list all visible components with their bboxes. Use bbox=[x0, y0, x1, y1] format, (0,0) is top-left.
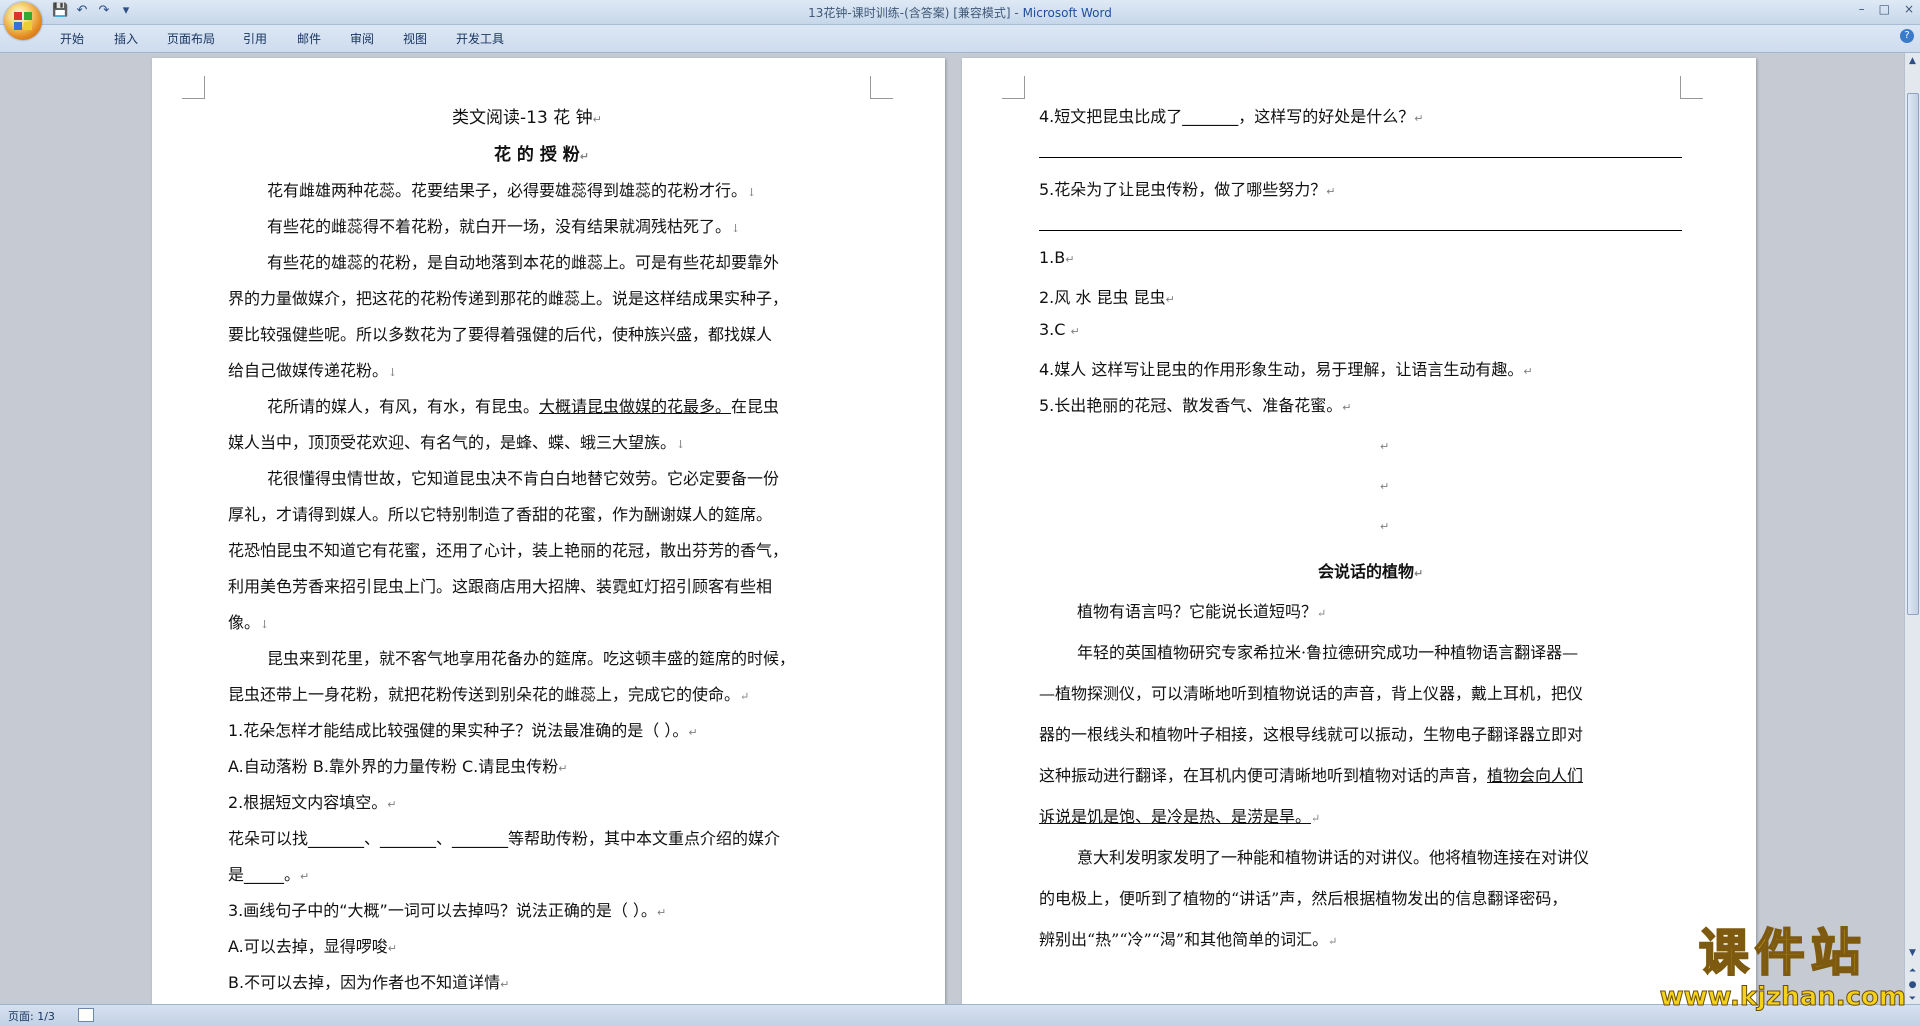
body-line: 有些花的雄蕊的花粉，是自动地落到本花的雌蕊上。可是有些花却要靠外 bbox=[267, 253, 780, 272]
body-line: 有些花的雌蕊得不着花粉，就白开一场，没有结果就凋残枯死了。↓ bbox=[267, 217, 741, 236]
underlined-sentence: 大概请昆虫做媒的花最多。 bbox=[539, 397, 732, 416]
body-line: 界的力量做媒介，把这花的花粉传递到那花的雌蕊上。说是这样结成果实种子， bbox=[228, 289, 789, 308]
title-bar: 💾 ↶ ↷ ▾ 13花钟-课时训练-(含答案) [兼容模式] - Microso… bbox=[0, 0, 1920, 25]
maximize-button[interactable]: □ bbox=[1879, 2, 1890, 16]
question-3: 3.画线句子中的“大概”一词可以去掉吗？说法正确的是（ ）。↵ bbox=[228, 901, 667, 920]
ribbon-tabs: 开始 插入 页面布局 引用 邮件 审阅 视图 开发工具 ? bbox=[0, 25, 1920, 53]
page-indicator[interactable]: 页面: 1/3 bbox=[8, 1008, 55, 1024]
margin-corner-mark bbox=[182, 76, 205, 99]
window-title: 13花钟-课时训练-(含答案) [兼容模式] - Microsoft Word bbox=[0, 4, 1920, 21]
answer-1: 1.B↵ bbox=[1039, 248, 1075, 267]
article-line: 年轻的英国植物研究专家希拉米·鲁拉德研究成功一种植物语言翻译器— bbox=[1077, 643, 1579, 662]
question-4: 4.短文把昆虫比成了_______，这样写的好处是什么？↵ bbox=[1039, 107, 1424, 126]
body-line: 要比较强健些呢。所以多数花为了要得着强健的后代，使种族兴盛，都找媒人 bbox=[228, 325, 773, 344]
question-2-blank: 花朵可以找_______、_______、_______等帮助传粉，其中本文重点… bbox=[228, 829, 781, 848]
office-button[interactable] bbox=[4, 2, 42, 40]
tab-references[interactable]: 引用 bbox=[243, 30, 267, 47]
minimize-button[interactable]: – bbox=[1859, 2, 1865, 16]
empty-paragraph-mark: ↵ bbox=[1380, 480, 1390, 493]
page-right[interactable]: 4.短文把昆虫比成了_______，这样写的好处是什么？↵ 5.花朵为了让昆虫传… bbox=[962, 58, 1756, 1009]
app-name: Microsoft Word bbox=[1022, 6, 1112, 20]
body-line: 花很懂得虫情世故，它知道昆虫决不肯白白地替它效劳。它必定要备一份 bbox=[267, 469, 780, 488]
article-line: 植物有语言吗？它能说长道短吗？↵ bbox=[1077, 602, 1327, 621]
tab-insert[interactable]: 插入 bbox=[114, 30, 138, 47]
question-1-options: A.自动落粉 B.靠外界的力量传粉 C.请昆虫传粉↵ bbox=[228, 757, 568, 776]
body-line: 花所请的媒人，有风，有水，有昆虫。大概请昆虫做媒的花最多。在昆虫 bbox=[267, 397, 780, 416]
article-line: 的电极上，便听到了植物的“讲话”声，然后根据植物发出的信息翻译密码， bbox=[1039, 889, 1568, 908]
margin-corner-mark bbox=[1002, 76, 1025, 99]
page-title: 类文阅读-13 花 钟↵ bbox=[452, 108, 602, 128]
body-line: 给自己做媒传递花粉。↓ bbox=[228, 361, 398, 380]
scroll-up-icon[interactable]: ▲ bbox=[1906, 55, 1919, 68]
tab-mailings[interactable]: 邮件 bbox=[297, 30, 321, 47]
article-line: 这种振动进行翻译，在耳机内便可清晰地听到植物对话的声音，植物会向人们 bbox=[1039, 766, 1584, 785]
question-2-blank: 是_____。↵ bbox=[228, 865, 310, 884]
article-title: 会说话的植物↵ bbox=[1318, 562, 1424, 581]
question-3-option-a: A.可以去掉，显得啰唆↵ bbox=[228, 937, 397, 956]
question-5: 5.花朵为了让昆虫传粉，做了哪些努力？↵ bbox=[1039, 180, 1336, 199]
document-name: 13花钟-课时训练-(含答案) [兼容模式] - bbox=[808, 6, 1023, 20]
scrollbar-thumb[interactable] bbox=[1907, 93, 1919, 615]
help-icon[interactable]: ? bbox=[1900, 29, 1914, 43]
browse-object-icon[interactable]: ● bbox=[1906, 979, 1919, 992]
underlined-sentence: 植物会向人们 bbox=[1487, 766, 1584, 785]
answer-4: 4.媒人 这样写让昆虫的作用形象生动，易于理解，让语言生动有趣。↵ bbox=[1039, 360, 1533, 379]
page-left[interactable]: 类文阅读-13 花 钟↵ 花 的 授 粉↵ 花有雌雄两种花蕊。花要结果子，必得要… bbox=[152, 58, 945, 1009]
watermark-url: www.kjzhan.com bbox=[1659, 982, 1906, 1013]
watermark-logo: 课件站 www.kjzhan.com bbox=[1659, 923, 1906, 1013]
tab-developer[interactable]: 开发工具 bbox=[456, 30, 504, 47]
underlined-sentence: 诉说是饥是饱、是冷是热、是涝是旱。 bbox=[1039, 807, 1312, 826]
tab-page-layout[interactable]: 页面布局 bbox=[167, 30, 215, 47]
office-logo-icon bbox=[14, 12, 32, 30]
body-line: 昆虫还带上一身花粉，就把花粉传送到别朵花的雌蕊上，完成它的使命。↵ bbox=[228, 685, 750, 704]
section-title: 花 的 授 粉↵ bbox=[494, 145, 589, 165]
question-3-option-b: B.不可以去掉，因为作者也不知道详情↵ bbox=[228, 973, 510, 992]
close-button[interactable]: × bbox=[1904, 2, 1914, 16]
article-line: 器的一根线头和植物叶子相接，这根导线就可以振动，生物电子翻译器立即对 bbox=[1039, 725, 1584, 744]
watermark-text: 课件站 bbox=[1698, 923, 1867, 983]
body-line: 厚礼，才请得到媒人。所以它特别制造了香甜的花蜜，作为酬谢媒人的筵席。 bbox=[228, 505, 773, 524]
tab-view[interactable]: 视图 bbox=[403, 30, 427, 47]
empty-paragraph-mark: ↵ bbox=[1380, 520, 1390, 533]
proofing-icon[interactable] bbox=[78, 1008, 94, 1022]
body-line: 花恐怕昆虫不知道它有花蜜，还用了心计，装上艳丽的花冠，散出芬芳的香气， bbox=[228, 541, 789, 560]
article-line: 辨别出“热”“冷”“渴”和其他简单的词汇。↵ bbox=[1039, 930, 1338, 949]
window-controls: – □ × bbox=[1859, 2, 1914, 16]
question-1: 1.花朵怎样才能结成比较强健的果实种子？说法最准确的是（ ）。↵ bbox=[228, 721, 698, 740]
margin-corner-mark bbox=[1680, 76, 1703, 99]
answer-5: 5.长出艳丽的花冠、散发香气、准备花蜜。↵ bbox=[1039, 396, 1352, 415]
answer-2: 2.风 水 昆虫 昆虫↵ bbox=[1039, 288, 1175, 307]
article-line: 诉说是饥是饱、是冷是热、是涝是旱。↵ bbox=[1039, 807, 1321, 826]
tab-home[interactable]: 开始 bbox=[60, 30, 84, 47]
body-line: 花有雌雄两种花蕊。花要结果子，必得要雄蕊得到雄蕊的花粉才行。↓ bbox=[267, 181, 757, 200]
question-2: 2.根据短文内容填空。↵ bbox=[228, 793, 397, 812]
body-line: 利用美色芳香来招引昆虫上门。这跟商店用大招牌、装霓虹灯招引顾客有些相 bbox=[228, 577, 773, 596]
article-line: —植物探测仪，可以清晰地听到植物说话的声音，背上仪器，戴上耳机，把仪 bbox=[1039, 684, 1584, 703]
article-line: 意大利发明家发明了一种能和植物讲话的对讲仪。他将植物连接在对讲仪 bbox=[1077, 848, 1590, 867]
document-workspace: 类文阅读-13 花 钟↵ 花 的 授 粉↵ 花有雌雄两种花蕊。花要结果子，必得要… bbox=[0, 53, 1905, 1009]
body-line: 昆虫来到花里，就不客气地享用花备办的筵席。吃这顿丰盛的筵席的时候， bbox=[267, 649, 796, 668]
body-line: 像。↓ bbox=[228, 613, 270, 632]
answer-3: 3.C ↵ bbox=[1039, 320, 1080, 339]
previous-page-icon[interactable]: ⏶ bbox=[1906, 965, 1919, 978]
margin-corner-mark bbox=[870, 76, 893, 99]
body-line: 媒人当中，顶顶受花欢迎、有名气的，是蜂、蝶、蛾三大望族。↓ bbox=[228, 433, 686, 452]
answer-line bbox=[1039, 157, 1682, 158]
tab-review[interactable]: 审阅 bbox=[350, 30, 374, 47]
empty-paragraph-mark: ↵ bbox=[1380, 440, 1390, 453]
answer-line bbox=[1039, 230, 1682, 231]
vertical-scrollbar[interactable]: ▲ ▼ ⏶ ● ⏷ bbox=[1904, 53, 1920, 1004]
status-bar: 页面: 1/3 bbox=[0, 1004, 1920, 1026]
scroll-down-icon[interactable]: ▼ bbox=[1906, 947, 1919, 960]
